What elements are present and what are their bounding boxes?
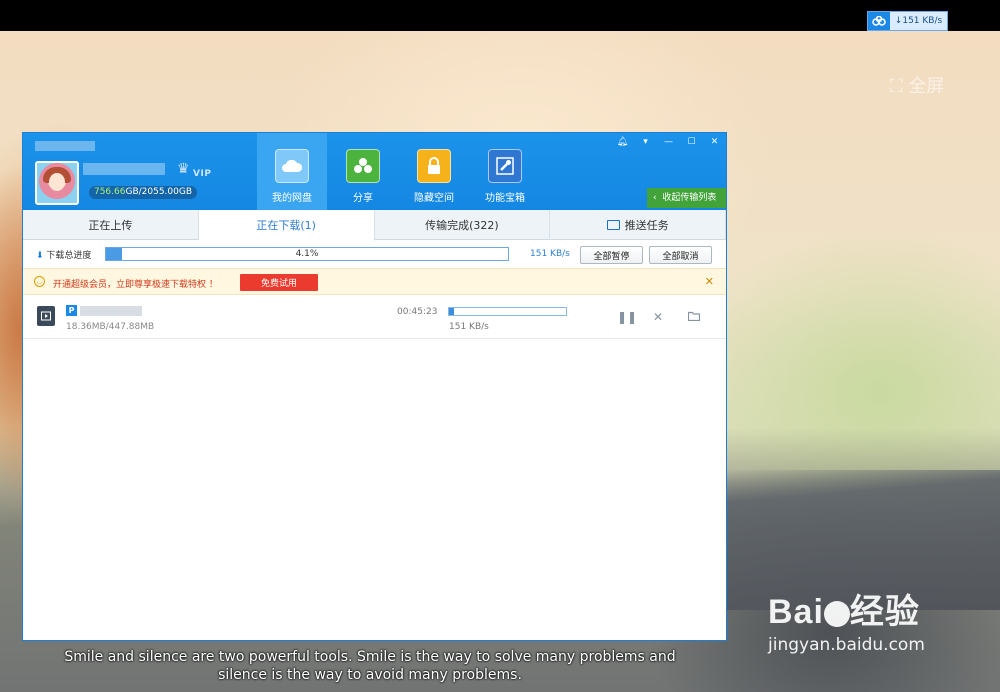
download-arrow-icon: ⬇: [36, 251, 44, 261]
smile-icon: ◡: [34, 276, 45, 287]
top-bar: ↓151 KB/s: [0, 0, 1000, 31]
tab-uploading[interactable]: 正在上传: [23, 210, 199, 240]
video-file-icon: [37, 306, 55, 326]
baidu-cloud-icon: [868, 12, 890, 30]
monitor-icon: [606, 220, 620, 230]
tray-speed-widget[interactable]: ↓151 KB/s: [867, 11, 948, 31]
nav-hidden-space[interactable]: 隐藏空间: [399, 133, 469, 210]
minimize-icon[interactable]: —: [657, 133, 680, 150]
paw-icon: [823, 601, 850, 628]
file-size: 18.36MB/447.88MB: [66, 322, 155, 332]
collapse-transfer-list-button[interactable]: ‹ 收起传输列表: [647, 188, 726, 208]
total-speed: 151 KB/s: [530, 249, 570, 259]
baidu-jingyan-watermark: Bai 经验 jingyan.baidu.com: [768, 584, 988, 655]
total-progress-label: ⬇ 下载总进度: [36, 251, 92, 261]
free-trial-button[interactable]: 免费试用: [240, 274, 318, 291]
task-progress-fill: [449, 308, 454, 315]
tray-speed-text: ↓151 KB/s: [894, 16, 943, 26]
lock-icon: [417, 149, 451, 183]
file-type-badge: P: [66, 305, 77, 316]
task-speed: 151 KB/s: [449, 322, 489, 332]
nav-label: 功能宝箱: [485, 193, 525, 204]
wrench-icon: [488, 149, 522, 183]
close-icon[interactable]: ✕: [703, 133, 726, 150]
bell-icon[interactable]: 🔔︎: [611, 133, 634, 150]
blurred-username: [83, 163, 165, 175]
window-controls: 🔔︎ ▾ — ☐ ✕: [611, 133, 726, 150]
avatar[interactable]: [35, 161, 79, 205]
promo-text: 开通超级会员，立即尊享极速下载特权 ！: [53, 280, 218, 290]
video-subtitle: Smile and silence are two powerful tools…: [64, 649, 676, 683]
baidu-url: jingyan.baidu.com: [768, 635, 925, 655]
close-icon[interactable]: ✕: [705, 275, 714, 288]
maximize-icon[interactable]: ☐: [680, 133, 703, 150]
cancel-all-button[interactable]: 全部取消: [649, 246, 712, 264]
total-progress-row: ⬇ 下载总进度 4.1% 151 KB/s 全部暂停 全部取消: [23, 241, 726, 267]
list-item[interactable]: P 18.36MB/447.88MB 00:45:23 151 KB/s ❚❚ …: [23, 296, 726, 339]
tab-completed[interactable]: 传输完成(322): [375, 210, 551, 240]
menu-dropdown-icon[interactable]: ▾: [634, 133, 657, 150]
transfer-tabs: 正在上传 正在下载(1) 传输完成(322) 推送任务: [23, 210, 726, 241]
cloud-icon: [275, 149, 309, 183]
vip-promo-banner: ◡ 开通超级会员，立即尊享极速下载特权 ！ 免费试用 ✕: [23, 268, 726, 295]
tab-downloading[interactable]: 正在下载(1): [198, 210, 375, 241]
total-progress-bar: 4.1%: [105, 247, 509, 261]
share-icon: [346, 149, 380, 183]
time-remaining: 00:45:23: [397, 307, 438, 317]
baidu-netdisk-window: ♛ VIP 756.66GB/2055.00GB 我的网盘 分享 隐藏空间 功能…: [22, 132, 727, 641]
tab-push-tasks[interactable]: 推送任务: [550, 210, 726, 240]
nav-share[interactable]: 分享: [328, 133, 398, 210]
total-progress-percent: 4.1%: [295, 249, 319, 259]
pause-all-button[interactable]: 全部暂停: [580, 246, 643, 264]
nav-label: 分享: [353, 193, 373, 204]
vip-badge: VIP: [193, 169, 212, 179]
task-progress-bar: [448, 307, 567, 316]
nav-my-netdisk[interactable]: 我的网盘: [257, 133, 327, 210]
nav-label: 隐藏空间: [414, 193, 454, 204]
crown-icon: ♛: [177, 161, 190, 177]
blurred-title: [35, 141, 95, 151]
fullscreen-watermark: ⛶ 全屏: [890, 76, 945, 97]
storage-quota: 756.66GB/2055.00GB: [89, 186, 197, 199]
nav-toolbox[interactable]: 功能宝箱: [470, 133, 540, 210]
baidu-logo: Bai 经验: [768, 593, 920, 631]
cancel-icon[interactable]: ✕: [653, 310, 663, 324]
nav-label: 我的网盘: [272, 193, 312, 204]
blurred-filename: [80, 306, 142, 316]
window-header: ♛ VIP 756.66GB/2055.00GB 我的网盘 分享 隐藏空间 功能…: [23, 133, 726, 210]
pause-icon[interactable]: ❚❚: [617, 310, 637, 324]
folder-icon[interactable]: [687, 310, 701, 324]
